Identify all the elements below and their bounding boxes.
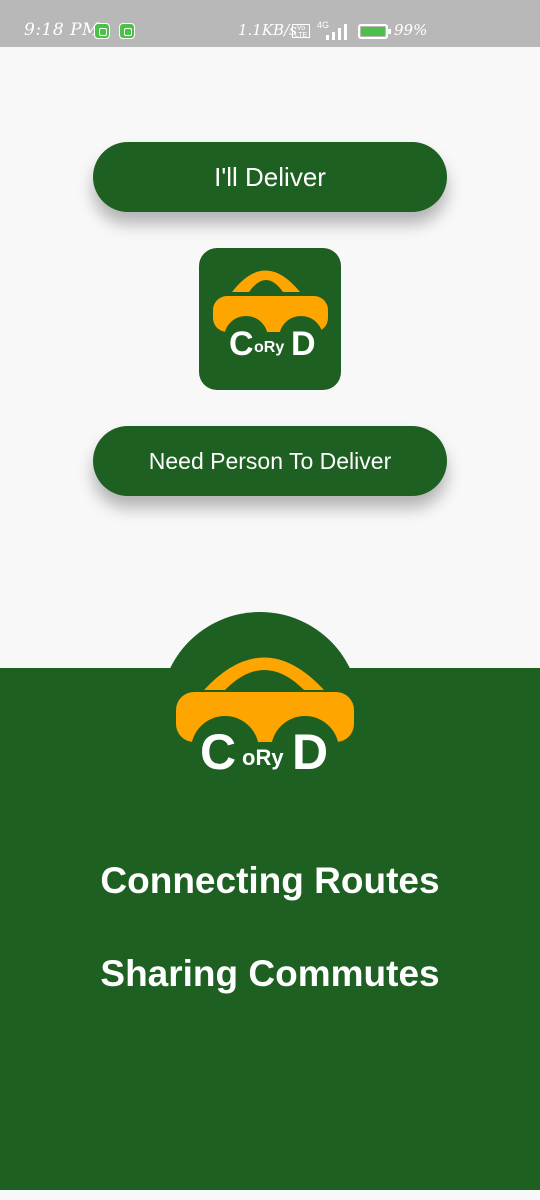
tagline-sharing-commutes: Sharing Commutes [100, 953, 440, 994]
logo-large-letter-c: C [200, 724, 236, 780]
notification-app-icon [119, 23, 135, 39]
battery-percent: 99% [394, 21, 428, 39]
ill-deliver-button[interactable]: I'll Deliver [93, 142, 447, 212]
car-logo-icon: C oRy D [213, 270, 328, 363]
status-bar: 9:18 PM 1.1KB/s Vo LTE 4G 99% [0, 0, 540, 47]
network-speed: 1.1KB/s [238, 21, 297, 39]
notification-app-icon [94, 23, 110, 39]
logo-letter-d: D [291, 325, 316, 363]
battery-fill [361, 27, 385, 36]
logo-large-letter-d: D [292, 724, 328, 780]
battery-icon [358, 24, 391, 39]
bottom-strip [0, 1190, 540, 1200]
logo-letter-c: C [229, 325, 254, 363]
need-person-to-deliver-button[interactable]: Need Person To Deliver [93, 426, 447, 496]
tagline-connecting-routes: Connecting Routes [100, 860, 440, 901]
car-logo-large-icon: C oRy D [176, 657, 354, 784]
status-time: 9:18 PM [24, 20, 100, 40]
signal-icon [326, 24, 347, 40]
volte-icon: Vo LTE [292, 24, 310, 39]
logo-letters-ory: oRy [254, 339, 284, 356]
app-logo-tile: C oRy D [199, 248, 341, 390]
logo-large-letters-ory: oRy [242, 745, 284, 770]
